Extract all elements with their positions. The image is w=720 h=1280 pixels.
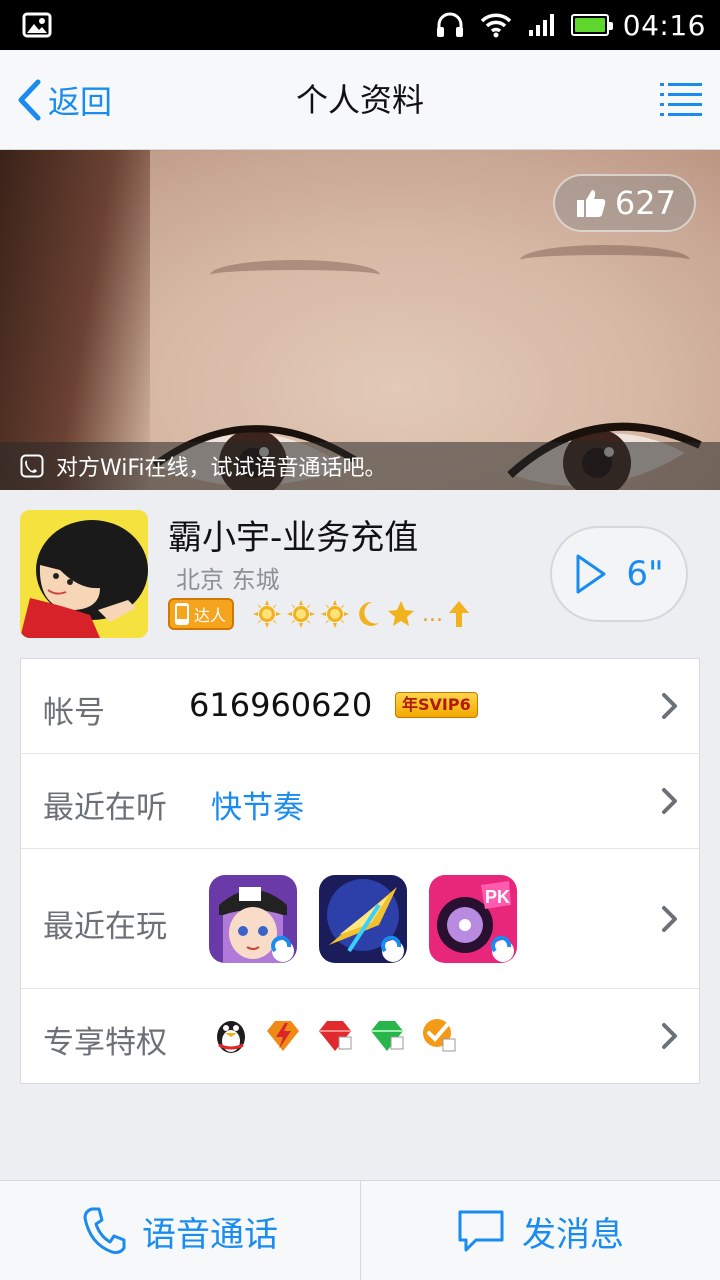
- list-menu-icon: [660, 83, 702, 116]
- account-number: 616960620: [189, 686, 373, 724]
- sun-level-icon: [321, 600, 350, 628]
- qq-penguin-icon[interactable]: [211, 1015, 251, 1055]
- svg-text:PK: PK: [485, 887, 510, 907]
- chevron-right-icon: [662, 1023, 677, 1049]
- back-label: 返回: [48, 83, 113, 121]
- account-label: 帐号: [43, 695, 105, 731]
- games-row[interactable]: 最近在玩 PK: [21, 849, 699, 989]
- voice-intro-button[interactable]: 6": [550, 526, 688, 622]
- orange-check-icon[interactable]: [419, 1015, 459, 1055]
- play-icon: [576, 554, 606, 594]
- music-label: 最近在听: [43, 790, 167, 826]
- send-message-label: 发消息: [522, 1214, 624, 1255]
- info-card: 帐号 616960620 年SVIP6 最近在听 快节奏 最近在玩 PK 专享特…: [20, 658, 700, 1084]
- cover-hair: [0, 150, 150, 490]
- battery-icon: [570, 14, 613, 36]
- moon-level-icon: [359, 601, 380, 626]
- perks-row[interactable]: 专享特权: [21, 989, 699, 1084]
- menu-button[interactable]: [660, 82, 702, 120]
- status-bar: 04:16: [0, 0, 720, 50]
- svip-badge: 年SVIP6: [395, 692, 478, 718]
- sun-level-icon: [287, 600, 316, 628]
- star-level-icon: [388, 601, 415, 626]
- music-pk-game-icon[interactable]: PK: [429, 875, 517, 963]
- phone-badge-icon: [175, 603, 189, 625]
- music-value: 快节奏: [211, 790, 304, 826]
- chat-bubble-icon: [458, 1210, 504, 1252]
- music-row[interactable]: 最近在听 快节奏: [21, 754, 699, 849]
- chevron-right-icon: [662, 906, 677, 932]
- wifi-call-banner-text: 对方WiFi在线，试试语音通话吧。: [56, 456, 387, 481]
- phone-icon: [83, 1207, 126, 1254]
- green-diamond-icon[interactable]: [367, 1015, 407, 1055]
- thumbs-up-icon: [576, 190, 606, 217]
- headset-icon: [436, 12, 463, 37]
- red-diamond-icon[interactable]: [315, 1015, 355, 1055]
- daren-badge: 达人: [168, 598, 235, 630]
- status-time: 04:16: [622, 8, 706, 42]
- signal-icon: [528, 14, 554, 36]
- cover-brow-right: [520, 245, 690, 275]
- account-row[interactable]: 帐号 616960620 年SVIP6: [21, 659, 699, 754]
- fighter-jet-game-icon[interactable]: [319, 875, 407, 963]
- like-button[interactable]: 627: [552, 174, 696, 232]
- nav-bar: 返回 个人资料: [0, 50, 720, 150]
- back-button[interactable]: 返回: [16, 76, 112, 124]
- chevron-right-icon: [662, 693, 677, 719]
- wifi-call-banner[interactable]: 对方WiFi在线，试试语音通话吧。: [0, 442, 720, 490]
- phone-call-icon: [20, 454, 44, 478]
- arrow-up-icon: [449, 601, 469, 627]
- lightning-diamond-icon[interactable]: [263, 1015, 303, 1055]
- profile-header: 霸小宇-业务充值 北京 东城 达人 ... 6": [0, 490, 720, 658]
- games-list: PK: [209, 875, 517, 963]
- games-label: 最近在玩: [43, 909, 167, 945]
- avatar[interactable]: [20, 510, 148, 638]
- send-message-button[interactable]: 发消息: [360, 1181, 719, 1280]
- sun-level-icon: [253, 600, 282, 628]
- level-row[interactable]: 达人 ...: [168, 598, 471, 630]
- wifi-icon: [480, 13, 512, 38]
- voice-call-label: 语音通话: [142, 1214, 278, 1255]
- chevron-left-icon: [18, 79, 41, 121]
- profile-name: 霸小宇-业务充值: [168, 518, 419, 558]
- anime-girl-game-icon[interactable]: [209, 875, 297, 963]
- chevron-right-icon: [662, 788, 677, 814]
- bottom-action-bar: 语音通话 发消息: [0, 1180, 720, 1280]
- voice-duration: 6": [626, 554, 664, 594]
- cartoon-boy-avatar-icon: [20, 510, 148, 638]
- perks-list: [211, 1015, 459, 1055]
- cover-photo[interactable]: 627 对方WiFi在线，试试语音通话吧。: [0, 150, 720, 490]
- gallery-notification-icon: [22, 12, 52, 38]
- perks-label: 专享特权: [43, 1025, 167, 1061]
- cover-brow-left: [210, 260, 380, 290]
- profile-location: 北京 东城: [176, 566, 280, 594]
- daren-badge-label: 达人: [194, 606, 227, 625]
- level-more: ...: [422, 601, 443, 627]
- like-count: 627: [614, 184, 676, 222]
- voice-call-button[interactable]: 语音通话: [0, 1181, 360, 1280]
